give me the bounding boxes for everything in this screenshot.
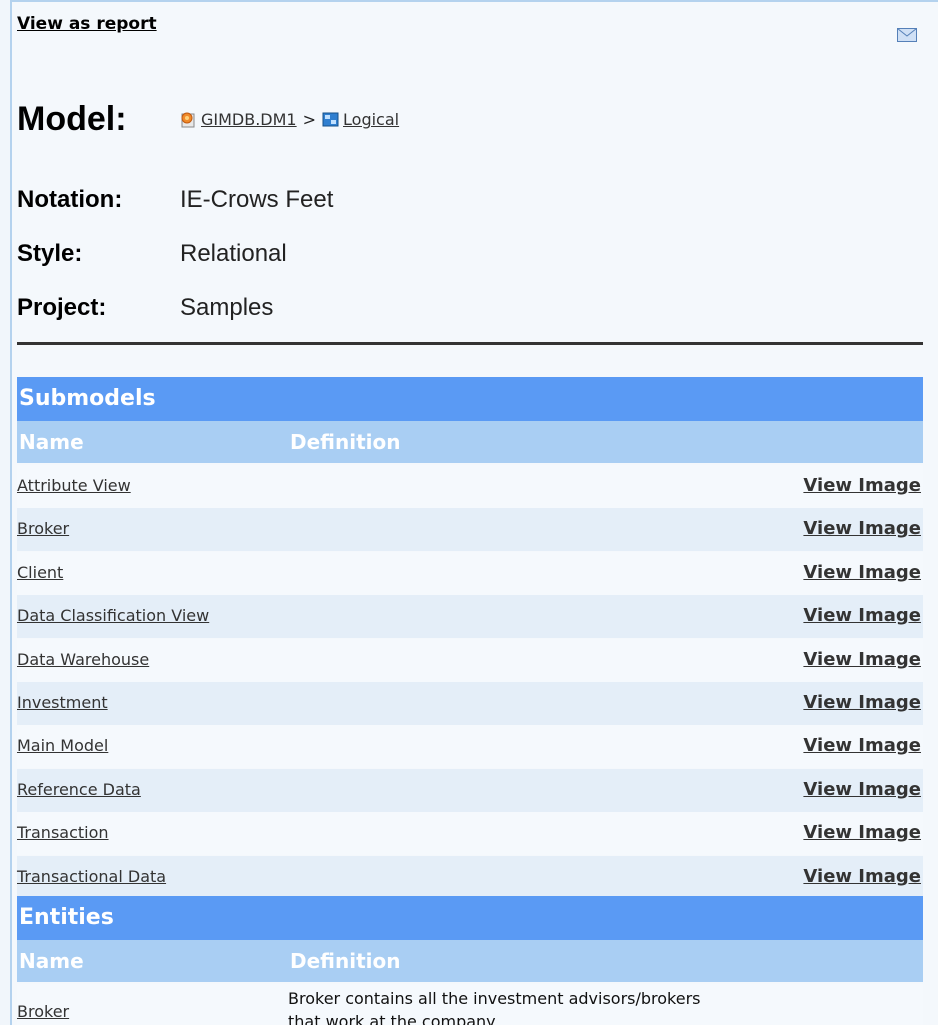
table-row: Client View Image — [17, 552, 923, 595]
submodel-link[interactable]: Investment — [17, 693, 108, 712]
entities-column-header: Name Definition — [17, 940, 923, 982]
table-row: Reference Data View Image — [17, 769, 923, 812]
table-row: Transaction View Image — [17, 812, 923, 855]
submodels-section-header: Submodels — [17, 377, 923, 421]
project-value: Samples — [180, 294, 274, 321]
view-image-link[interactable]: View Image — [803, 649, 921, 670]
breadcrumb-logical-link[interactable]: Logical — [343, 110, 399, 129]
submodel-link[interactable]: Transaction — [17, 823, 109, 842]
view-image-link[interactable]: View Image — [803, 692, 921, 713]
breadcrumb-model-link[interactable]: GIMDB.DM1 — [201, 110, 297, 129]
view-as-report-link[interactable]: View as report — [17, 14, 157, 34]
view-image-link[interactable]: View Image — [803, 866, 921, 887]
table-row: Transactional Data View Image — [17, 856, 923, 899]
name-column-header: Name — [19, 949, 84, 973]
view-image-link[interactable]: View Image — [803, 605, 921, 626]
table-row: Attribute View View Image — [17, 465, 923, 508]
entity-link[interactable]: Broker — [17, 1002, 69, 1021]
definition-column-header: Definition — [290, 430, 401, 454]
divider — [17, 342, 923, 345]
project-label: Project: — [17, 294, 107, 321]
view-image-link[interactable]: View Image — [803, 822, 921, 843]
entities-section-header: Entities — [17, 896, 923, 940]
breadcrumb: GIMDB.DM1 > Logical — [180, 110, 399, 129]
view-image-link[interactable]: View Image — [803, 518, 921, 539]
submodel-link[interactable]: Broker — [17, 519, 69, 538]
breadcrumb-separator: > — [302, 110, 317, 129]
entity-definition: Broker contains all the investment advis… — [288, 989, 701, 1025]
logical-model-icon — [322, 112, 339, 127]
model-label: Model: — [17, 100, 127, 138]
view-image-link[interactable]: View Image — [803, 562, 921, 583]
style-label: Style: — [17, 240, 83, 267]
table-row: Data Classification View View Image — [17, 595, 923, 638]
table-row: Broker View Image — [17, 508, 923, 551]
view-image-link[interactable]: View Image — [803, 779, 921, 800]
name-column-header: Name — [19, 430, 84, 454]
submodel-link[interactable]: Transactional Data — [17, 867, 166, 886]
model-file-icon — [181, 112, 195, 128]
notation-label: Notation: — [17, 186, 123, 213]
submodel-link[interactable]: Client — [17, 563, 63, 582]
view-image-link[interactable]: View Image — [803, 735, 921, 756]
table-row: Main Model View Image — [17, 725, 923, 768]
submodel-link[interactable]: Attribute View — [17, 476, 131, 495]
table-row: Data Warehouse View Image — [17, 639, 923, 682]
submodels-column-header: Name Definition — [17, 421, 923, 463]
submodel-link[interactable]: Reference Data — [17, 780, 141, 799]
table-row: Broker Broker contains all the investmen… — [17, 984, 923, 1025]
view-image-link[interactable]: View Image — [803, 475, 921, 496]
notation-value: IE-Crows Feet — [180, 186, 334, 213]
table-row: Investment View Image — [17, 682, 923, 725]
submodel-link[interactable]: Main Model — [17, 736, 108, 755]
mail-icon[interactable] — [897, 28, 917, 42]
definition-column-header: Definition — [290, 949, 401, 973]
style-value: Relational — [180, 240, 287, 267]
submodel-link[interactable]: Data Warehouse — [17, 650, 149, 669]
submodel-link[interactable]: Data Classification View — [17, 606, 209, 625]
